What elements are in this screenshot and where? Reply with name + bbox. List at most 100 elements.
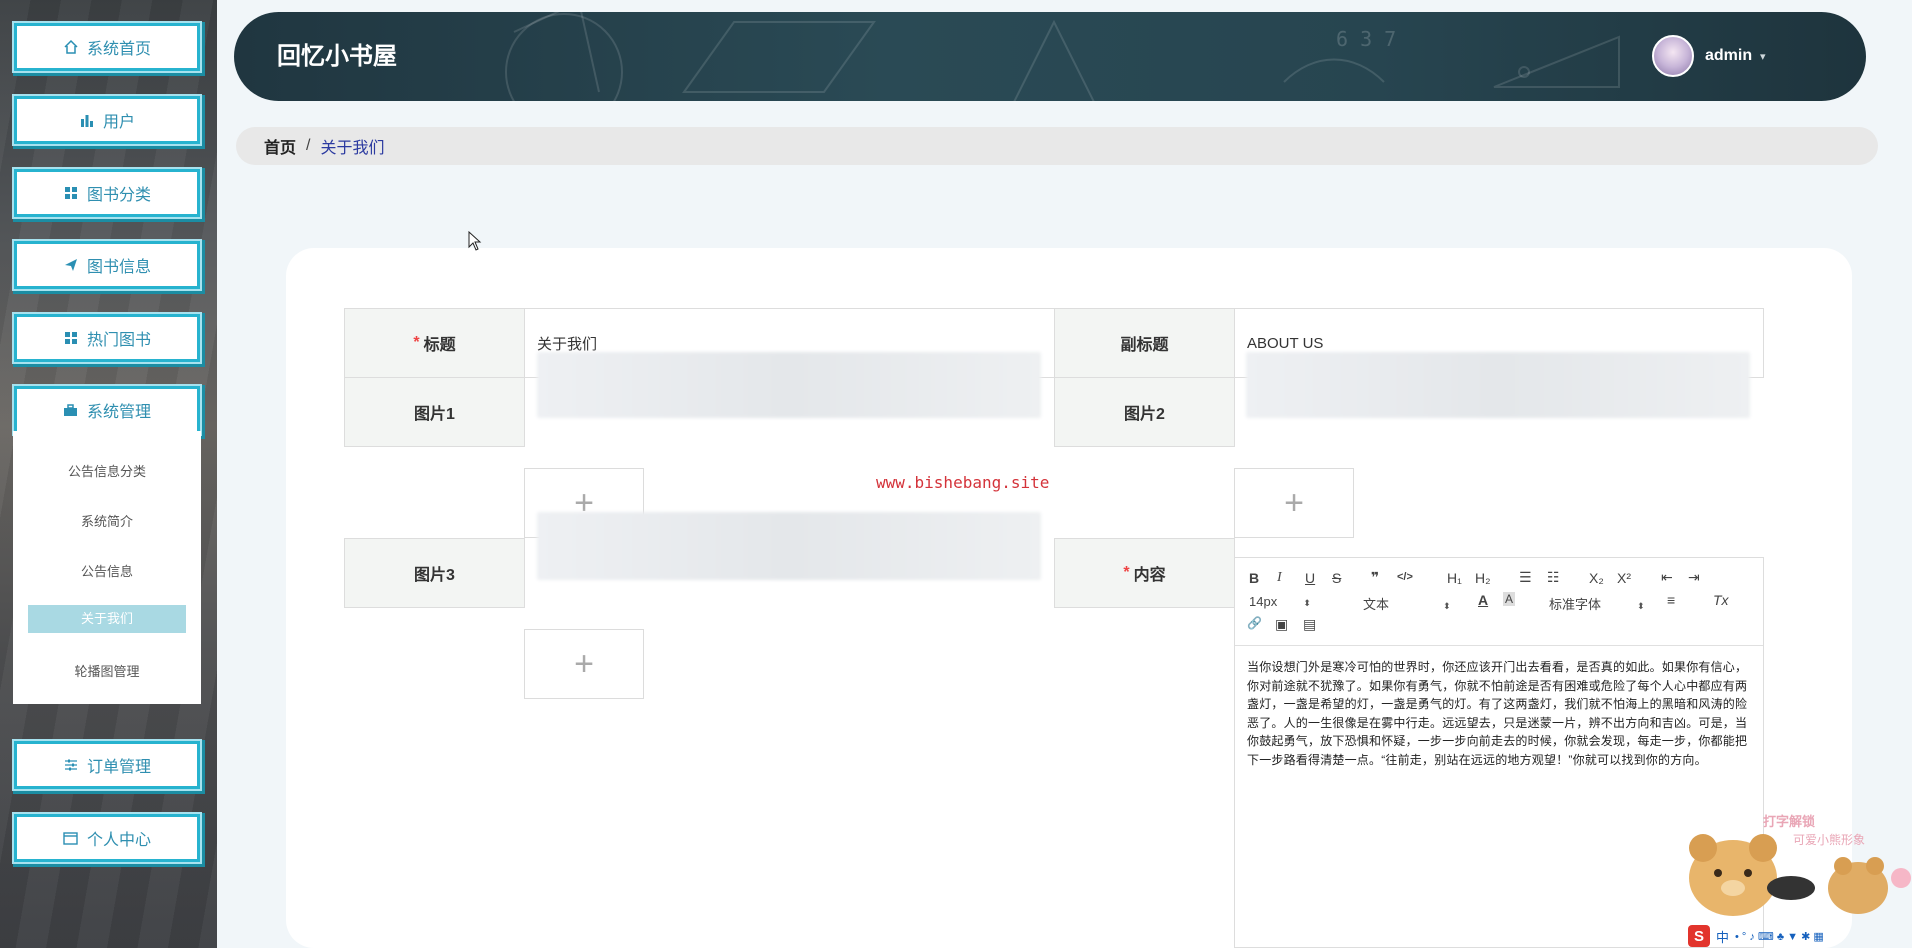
align-icon[interactable]: ≡ bbox=[1667, 592, 1675, 608]
card-icon bbox=[63, 830, 79, 846]
pic1-label-text: 图片1 bbox=[414, 406, 455, 423]
username[interactable]: admin bbox=[1705, 47, 1752, 65]
subscript-button[interactable]: X₂ bbox=[1589, 570, 1604, 586]
underline-button[interactable]: U bbox=[1305, 570, 1315, 586]
pic2-label: 图片2 bbox=[1054, 377, 1235, 447]
indent-icon[interactable]: ⇥ bbox=[1688, 569, 1700, 586]
sidebar-item-label: 图书信息 bbox=[86, 259, 151, 276]
breadcrumb: 首页 / 关于我们 bbox=[236, 127, 1878, 165]
submenu-item-about-us[interactable]: 关于我们 bbox=[28, 605, 186, 633]
subtitle-label-text: 副标题 bbox=[1120, 337, 1169, 354]
format-select[interactable]: 文本 ⬍ bbox=[1363, 594, 1451, 613]
sticker-caption-1: 打字解锁 bbox=[1763, 814, 1815, 830]
select-arrow-icon: ⬍ bbox=[1303, 598, 1311, 608]
submenu-item-notice-category[interactable]: 公告信息分类 bbox=[13, 461, 201, 480]
editor-content[interactable]: 当你设想门外是寒冷可怕的世界时，你还应该开门出去看看，是否真的如此。如果你有信心… bbox=[1247, 658, 1753, 769]
sidebar-item-system-management[interactable]: 系统管理 bbox=[14, 386, 200, 434]
editor-toolbar: B I U S ❞ </> H₁ H₂ ☰ ☷ X₂ X² ⇤ ⇥ 14px ⬍ … bbox=[1235, 558, 1763, 646]
title-input-value: 关于我们 bbox=[537, 335, 598, 353]
pic1-preview bbox=[537, 352, 1041, 418]
sidebar-item-home[interactable]: 系统首页 bbox=[14, 23, 200, 71]
sidebar-item-label: 系统管理 bbox=[86, 404, 151, 421]
sidebar-item-label: 订单管理 bbox=[86, 759, 151, 776]
select-arrow-icon: ⬍ bbox=[1443, 601, 1451, 611]
font-family-value: 标准字体 bbox=[1549, 597, 1602, 612]
title-label: * 标题 bbox=[344, 308, 525, 378]
background-color-button[interactable]: A bbox=[1503, 592, 1516, 606]
bear-sticker-image: 打字解锁 可爱小熊形象 bbox=[1689, 814, 1911, 916]
strike-button[interactable]: S bbox=[1332, 570, 1341, 586]
breadcrumb-current: 关于我们 bbox=[320, 140, 385, 157]
ordered-list-icon[interactable]: ☰ bbox=[1519, 569, 1532, 586]
link-icon[interactable]: 🔗 bbox=[1247, 616, 1262, 630]
font-size-value: 14px bbox=[1249, 594, 1278, 609]
select-arrow-icon: ⬍ bbox=[1637, 601, 1645, 611]
chevron-down-icon[interactable]: ▾ bbox=[1760, 50, 1766, 63]
pic3-preview bbox=[537, 512, 1041, 580]
pic2-preview bbox=[1246, 352, 1750, 418]
ime-toolbar-icons[interactable]: • ° ♪ ⌨ ♣ ▼ ✱ ▦ bbox=[1735, 930, 1824, 943]
font-size-select[interactable]: 14px ⬍ bbox=[1249, 594, 1311, 609]
grid-icon bbox=[63, 330, 79, 346]
ime-lang[interactable]: 中 bbox=[1716, 927, 1729, 946]
breadcrumb-home[interactable]: 首页 bbox=[264, 134, 296, 158]
pic3-upload-button[interactable]: + bbox=[524, 629, 644, 699]
required-mark: * bbox=[413, 334, 420, 351]
submenu-item-carousel[interactable]: 轮播图管理 bbox=[13, 661, 201, 680]
grid-icon bbox=[63, 185, 79, 201]
mouse-cursor-icon bbox=[468, 231, 482, 251]
sidebar-item-label: 用户 bbox=[102, 114, 135, 131]
italic-button[interactable]: I bbox=[1277, 570, 1282, 586]
home-icon bbox=[63, 39, 79, 55]
breadcrumb-separator: / bbox=[306, 137, 311, 154]
submenu-item-notice[interactable]: 公告信息 bbox=[13, 561, 201, 580]
content-label-text: 内容 bbox=[1133, 567, 1166, 584]
font-family-select[interactable]: 标准字体 ⬍ bbox=[1549, 594, 1645, 613]
avatar[interactable] bbox=[1652, 35, 1694, 77]
font-color-button[interactable]: A bbox=[1478, 592, 1488, 608]
bar-chart-icon bbox=[79, 112, 95, 128]
sticker-caption-2: 可爱小熊形象 bbox=[1793, 832, 1865, 847]
unordered-list-icon[interactable]: ☷ bbox=[1547, 569, 1560, 586]
sidebar-item-label: 热门图书 bbox=[86, 332, 151, 349]
sidebar-item-label: 系统首页 bbox=[86, 41, 151, 58]
sidebar-item-personal-center[interactable]: 个人中心 bbox=[14, 814, 200, 862]
chalk-numbers: 6 3 7 bbox=[1336, 27, 1396, 51]
subtitle-label: 副标题 bbox=[1054, 308, 1235, 378]
title-label-text: 标题 bbox=[423, 337, 456, 354]
pic2-label-text: 图片2 bbox=[1124, 406, 1165, 423]
sogou-logo-icon: S bbox=[1688, 925, 1710, 947]
heading2-button[interactable]: H₂ bbox=[1475, 570, 1491, 586]
sidebar-item-hot-books[interactable]: 热门图书 bbox=[14, 314, 200, 362]
outdent-icon[interactable]: ⇤ bbox=[1661, 569, 1673, 586]
clear-format-icon[interactable]: Tx bbox=[1713, 592, 1729, 608]
subtitle-input-value: ABOUT US bbox=[1247, 334, 1324, 352]
pic3-label: 图片3 bbox=[344, 538, 525, 608]
sidebar-item-label: 个人中心 bbox=[86, 832, 151, 849]
send-icon bbox=[63, 257, 79, 273]
sidebar-item-label: 图书分类 bbox=[86, 187, 151, 204]
video-icon[interactable]: ▤ bbox=[1303, 616, 1316, 633]
pic2-upload-button[interactable]: + bbox=[1234, 468, 1354, 538]
submenu-item-system-intro[interactable]: 系统简介 bbox=[13, 511, 201, 530]
sidebar-item-book-category[interactable]: 图书分类 bbox=[14, 169, 200, 217]
pic3-label-text: 图片3 bbox=[414, 567, 455, 584]
sidebar-item-orders[interactable]: 订单管理 bbox=[14, 741, 200, 789]
ime-toolbar[interactable]: S 中 • ° ♪ ⌨ ♣ ▼ ✱ ▦ bbox=[1688, 924, 1912, 948]
format-value: 文本 bbox=[1363, 597, 1390, 612]
code-icon[interactable]: </> bbox=[1397, 571, 1413, 583]
sidebar-item-users[interactable]: 用户 bbox=[14, 96, 200, 144]
sidebar-item-book-info[interactable]: 图书信息 bbox=[14, 241, 200, 289]
pic1-label: 图片1 bbox=[344, 377, 525, 447]
content-label: * 内容 bbox=[1054, 538, 1235, 608]
quote-icon[interactable]: ❞ bbox=[1371, 569, 1379, 586]
briefcase-icon bbox=[63, 402, 79, 418]
heading1-button[interactable]: H₁ bbox=[1447, 570, 1462, 586]
superscript-button[interactable]: X² bbox=[1617, 570, 1631, 586]
bold-button[interactable]: B bbox=[1249, 570, 1259, 586]
system-management-submenu: 公告信息分类 系统简介 公告信息 关于我们 轮播图管理 bbox=[13, 431, 201, 704]
image-icon[interactable]: ▣ bbox=[1275, 616, 1288, 633]
sliders-icon bbox=[63, 757, 79, 773]
watermark: www.bishebang.site bbox=[876, 473, 1050, 492]
chalkboard-decoration: 6 3 7 bbox=[505, 12, 1620, 101]
